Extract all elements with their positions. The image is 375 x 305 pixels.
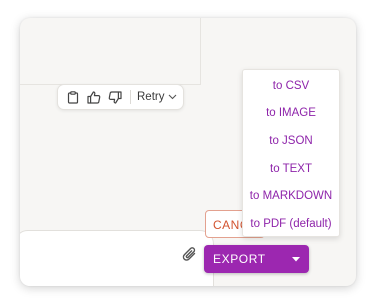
screen: Retry CANCEL EXPORT to CSV to IMAGE to J… (0, 0, 375, 305)
export-button[interactable]: EXPORT (204, 245, 309, 273)
retry-label: Retry (137, 91, 165, 103)
thumbs-up-icon[interactable] (86, 89, 102, 105)
menu-item-text[interactable]: to TEXT (243, 155, 339, 183)
panel-divider (200, 18, 201, 84)
paperclip-icon[interactable] (182, 246, 198, 264)
chevron-down-icon (169, 94, 177, 100)
caret-down-icon[interactable] (283, 256, 309, 262)
message-feedback-bar: Retry (57, 84, 184, 110)
menu-item-image[interactable]: to IMAGE (243, 100, 339, 128)
menu-item-markdown[interactable]: to MARKDOWN (243, 182, 339, 210)
menu-item-csv[interactable]: to CSV (243, 72, 339, 100)
menu-item-pdf[interactable]: to PDF (default) (243, 210, 339, 238)
retry-button[interactable]: Retry (137, 91, 177, 103)
menu-item-json[interactable]: to JSON (243, 127, 339, 155)
export-label: EXPORT (213, 252, 266, 266)
export-format-menu: to CSV to IMAGE to JSON to TEXT to MARKD… (242, 69, 340, 237)
separator (130, 90, 131, 104)
clipboard-icon[interactable] (65, 89, 81, 105)
thumbs-down-icon[interactable] (107, 89, 123, 105)
